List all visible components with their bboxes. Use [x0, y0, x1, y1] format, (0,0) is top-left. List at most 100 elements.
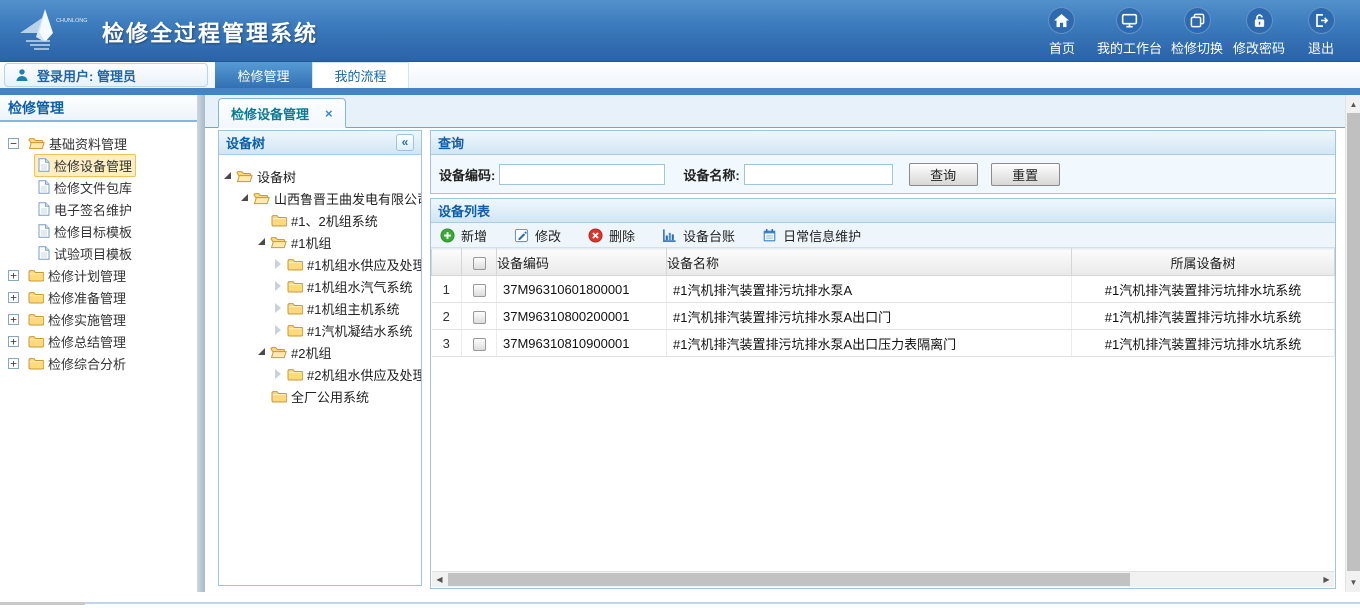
sidebar-item[interactable]: +检修准备管理	[0, 286, 197, 308]
sidebar-item[interactable]: 电子签名维护	[0, 198, 197, 220]
chart-icon	[662, 228, 677, 243]
device-code-input[interactable]	[499, 164, 665, 185]
sidebar-item-label: 检修设备管理	[54, 156, 132, 175]
expand-toggle-icon[interactable]: +	[8, 336, 19, 347]
device-name-cell: #1汽机排汽装置排污坑排水泵A出口门	[667, 303, 1072, 330]
device-tree-panel-header: 设备树 «	[219, 131, 421, 155]
sidebar-item[interactable]: +检修实施管理	[0, 308, 197, 330]
device-tree-node[interactable]: 山西鲁晋王曲发电有限公司	[224, 187, 421, 209]
collapse-toggle-icon[interactable]: −	[8, 138, 19, 149]
nav-label: 首页	[1049, 38, 1075, 57]
nav-password-button[interactable]: 修改密码	[1228, 7, 1290, 57]
expand-toggle-icon[interactable]: +	[8, 358, 19, 369]
horizontal-scrollbar-thumb[interactable]	[448, 573, 1130, 586]
scroll-up-icon[interactable]: ▲	[1346, 97, 1360, 112]
query-button[interactable]: 查询	[909, 163, 978, 186]
device-tree-node[interactable]: #1机组水汽气系统	[224, 275, 421, 297]
sidebar-item[interactable]: +检修总结管理	[0, 330, 197, 352]
row-checkbox[interactable]	[473, 284, 486, 297]
expand-toggle-icon[interactable]: +	[8, 270, 19, 281]
page-icon	[38, 224, 50, 238]
daily-button[interactable]: 日常信息维护	[762, 226, 861, 245]
scroll-left-icon[interactable]: ◀	[432, 572, 447, 587]
sidebar-item-label: 检修计划管理	[48, 266, 126, 285]
delete-button[interactable]: 删除	[588, 226, 635, 245]
sidebar-item[interactable]: − 基础资料管理	[0, 132, 197, 154]
device-tree-node[interactable]: #1机组	[224, 231, 421, 253]
query-panel-header: 查询	[431, 131, 1335, 155]
page-icon	[38, 158, 50, 172]
expanded-arrow-icon[interactable]	[241, 194, 248, 201]
device-tree-node[interactable]: 全厂公用系统	[224, 385, 421, 407]
device-tree-node[interactable]: #1机组水供应及处理系统	[224, 253, 421, 275]
toolbar-button-label: 日常信息维护	[783, 226, 861, 245]
device-list-panel-header: 设备列表	[431, 199, 1335, 223]
ledger-button[interactable]: 设备台账	[662, 226, 735, 245]
collapsed-arrow-icon[interactable]	[275, 281, 281, 291]
device-tree-cell: #1汽机排汽装置排污坑排水坑系统	[1072, 276, 1335, 303]
nav-label: 修改密码	[1233, 38, 1285, 57]
expanded-arrow-icon[interactable]	[258, 348, 265, 355]
expand-toggle-icon[interactable]: +	[8, 292, 19, 303]
device-tree-node[interactable]: #1汽机凝结水系统	[224, 319, 421, 341]
expanded-arrow-icon[interactable]	[258, 238, 265, 245]
bottom-divider-segment	[0, 602, 85, 605]
sidebar-splitter[interactable]	[197, 95, 205, 592]
collapsed-arrow-icon[interactable]	[275, 369, 281, 379]
device-tree-node-label: #1机组	[291, 233, 331, 252]
expanded-arrow-icon[interactable]	[224, 172, 231, 179]
page-icon	[38, 202, 50, 216]
device-name-input[interactable]	[744, 164, 893, 185]
sidebar-item[interactable]: 检修文件包库	[0, 176, 197, 198]
device-tree-node-label: #1、2机组系统	[291, 211, 378, 230]
tab-close-icon[interactable]: ×	[325, 106, 333, 121]
folder-icon	[28, 291, 44, 304]
expand-toggle-icon[interactable]: +	[8, 314, 19, 325]
add-button[interactable]: 新增	[440, 226, 487, 245]
switch-icon	[1184, 7, 1211, 34]
nav-workbench-button[interactable]: 我的工作台	[1093, 7, 1166, 57]
reset-button[interactable]: 重置	[991, 163, 1060, 186]
nav-home-button[interactable]: 首页	[1031, 7, 1093, 57]
query-panel-title: 查询	[438, 133, 464, 152]
sidebar-item[interactable]: 试验项目模板	[0, 242, 197, 264]
tab-my-workflow[interactable]: 我的流程	[312, 62, 409, 88]
table-row[interactable]: 337M96310810900001#1汽机排汽装置排污坑排水泵A出口压力表隔离…	[432, 330, 1335, 357]
folder-icon	[271, 390, 287, 403]
horizontal-scrollbar[interactable]: ◀ ▶	[432, 571, 1334, 587]
sidebar-item[interactable]: + 检修计划管理	[0, 264, 197, 286]
row-number: 1	[432, 276, 462, 303]
scroll-down-icon[interactable]: ▼	[1346, 575, 1360, 590]
device-tree-node[interactable]: 设备树	[224, 165, 421, 187]
tab-maintenance-management[interactable]: 检修管理	[215, 62, 312, 88]
nav-switch-button[interactable]: 检修切换	[1166, 7, 1228, 57]
row-checkbox[interactable]	[473, 311, 486, 324]
tab-device-management[interactable]: 检修设备管理 ×	[218, 98, 346, 128]
scroll-right-icon[interactable]: ▶	[1319, 572, 1334, 587]
table-row[interactable]: 237M96310800200001#1汽机排汽装置排污坑排水泵A出口门#1汽机…	[432, 303, 1335, 330]
panel-collapse-icon[interactable]: «	[396, 134, 414, 151]
table-row[interactable]: 137M96310601800001#1汽机排汽装置排污坑排水泵A#1汽机排汽装…	[432, 276, 1335, 303]
sidebar-item[interactable]: 检修设备管理	[0, 154, 197, 176]
sidebar-item[interactable]: 检修目标模板	[0, 220, 197, 242]
row-checkbox[interactable]	[473, 338, 486, 351]
device-tree-node[interactable]: #1机组主机系统	[224, 297, 421, 319]
collapsed-arrow-icon[interactable]	[275, 259, 281, 269]
column-header-device-tree[interactable]: 所属设备树	[1072, 249, 1335, 276]
sidebar-item-label: 基础资料管理	[49, 134, 127, 153]
device-tree-node[interactable]: #1、2机组系统	[224, 209, 421, 231]
select-all-checkbox[interactable]	[473, 257, 486, 270]
collapsed-arrow-icon[interactable]	[275, 325, 281, 335]
list-toolbar: 新增 修改 删除 设备台账 日常信息维护	[431, 223, 1335, 248]
device-tree-node[interactable]: #2机组水供应及处理系统	[224, 363, 421, 385]
device-tree-node[interactable]: #2机组	[224, 341, 421, 363]
column-header-device-name[interactable]: 设备名称	[667, 249, 1072, 276]
column-header-device-code[interactable]: 设备编码	[497, 249, 667, 276]
nav-logout-button[interactable]: 退出	[1290, 7, 1352, 57]
edit-button[interactable]: 修改	[514, 226, 561, 245]
sidebar-item[interactable]: +检修综合分析	[0, 352, 197, 374]
vertical-scrollbar-thumb[interactable]	[1347, 113, 1360, 571]
collapsed-arrow-icon[interactable]	[275, 303, 281, 313]
folder-icon	[28, 357, 44, 370]
vertical-scrollbar[interactable]: ▲ ▼	[1345, 95, 1360, 592]
